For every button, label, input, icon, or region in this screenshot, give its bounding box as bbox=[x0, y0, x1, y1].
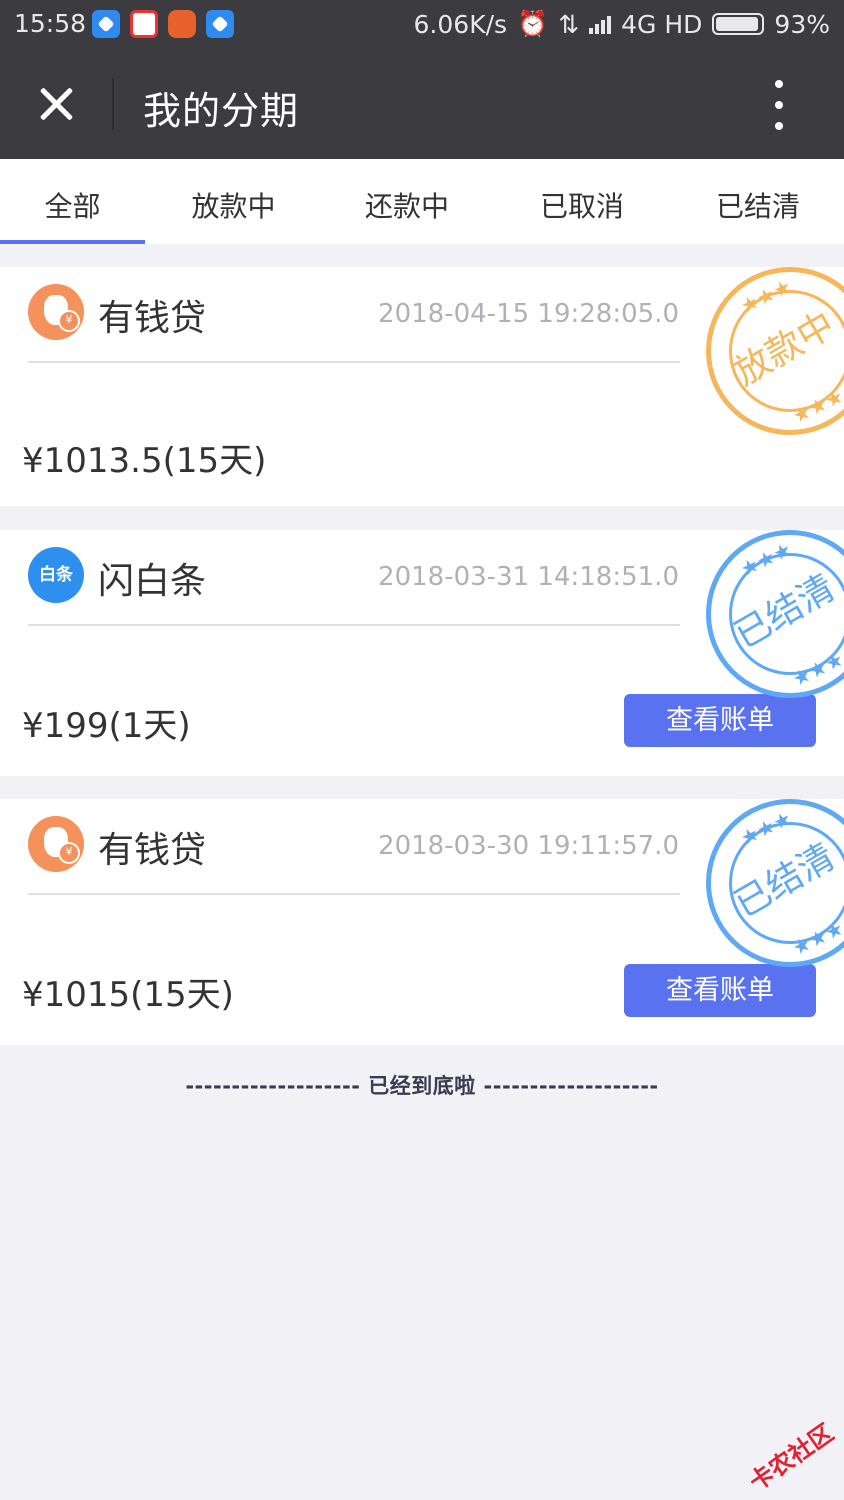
order-time: 2018-03-30 19:11:57.0 bbox=[378, 831, 679, 861]
title-divider bbox=[112, 78, 114, 130]
lender-name: 有钱贷 bbox=[98, 298, 207, 339]
divider bbox=[28, 361, 680, 363]
order-amount: ¥199(1天) bbox=[22, 706, 191, 746]
battery-percent: 93% bbox=[774, 9, 830, 39]
status-time: 15:58 bbox=[14, 9, 87, 38]
tab-settled[interactable]: 已结清 bbox=[672, 159, 844, 244]
data-arrows-icon: ⇅ bbox=[558, 9, 580, 39]
lender-name: 有钱贷 bbox=[98, 830, 207, 871]
tab-disbursing[interactable]: 放款中 bbox=[145, 159, 322, 244]
close-icon[interactable] bbox=[26, 74, 86, 134]
tab-cancelled[interactable]: 已取消 bbox=[492, 159, 672, 244]
alarm-icon: ⏰ bbox=[517, 9, 549, 38]
money-bag-icon bbox=[28, 284, 84, 340]
watermark: 卡农社区 bbox=[744, 1418, 839, 1497]
money-bag-icon bbox=[28, 816, 84, 872]
order-card[interactable]: 白条 闪白条 2018-03-31 14:18:51.0 ¥199(1天) 查看… bbox=[0, 530, 844, 776]
status-stamp: ★★★ 已结清 ★★★ bbox=[706, 530, 844, 698]
order-amount: ¥1015(15天) bbox=[22, 975, 234, 1015]
status-stamp: ★★★ 放款中 ★★★ bbox=[706, 267, 844, 435]
order-card[interactable]: 有钱贷 2018-03-30 19:11:57.0 ¥1015(15天) 查看账… bbox=[0, 799, 844, 1045]
status-stamp: ★★★ 已结清 ★★★ bbox=[706, 799, 844, 967]
view-bill-button[interactable]: 查看账单 bbox=[624, 964, 816, 1017]
tab-repaying[interactable]: 还款中 bbox=[322, 159, 492, 244]
lender-name: 闪白条 bbox=[98, 561, 207, 602]
notification-icons bbox=[92, 10, 234, 38]
network-type: 4G HD bbox=[621, 9, 703, 39]
divider bbox=[28, 624, 680, 626]
status-bar: 15:58 6.06K/s ⏰ ⇅ 4G HD 93% bbox=[0, 0, 844, 50]
baitiao-logo-icon: 白条 bbox=[28, 547, 84, 603]
order-time: 2018-04-15 19:28:05.0 bbox=[378, 299, 679, 329]
order-card[interactable]: 有钱贷 2018-04-15 19:28:05.0 ¥1013.5(15天) ★… bbox=[0, 267, 844, 506]
app-notification-icon bbox=[92, 10, 120, 38]
app-notification-icon bbox=[206, 10, 234, 38]
order-amount: ¥1013.5(15天) bbox=[22, 441, 267, 481]
net-speed: 6.06K/s bbox=[413, 9, 508, 39]
page-title: 我的分期 bbox=[143, 89, 300, 133]
signal-icon bbox=[589, 14, 612, 34]
status-right: 6.06K/s ⏰ ⇅ 4G HD 93% bbox=[414, 9, 830, 39]
status-tabs: 全部 放款中 还款中 已取消 已结清 bbox=[0, 159, 844, 244]
tab-all[interactable]: 全部 bbox=[0, 159, 145, 244]
app-notification-icon bbox=[168, 10, 196, 38]
view-bill-button[interactable]: 查看账单 bbox=[624, 694, 816, 747]
divider bbox=[28, 893, 680, 895]
more-vertical-icon[interactable] bbox=[764, 80, 794, 130]
app-notification-icon bbox=[130, 10, 158, 38]
end-of-list-text: ------------------- 已经到底啦 --------------… bbox=[185, 1074, 659, 1098]
battery-icon bbox=[712, 13, 765, 35]
title-bar: 我的分期 bbox=[0, 50, 844, 159]
order-time: 2018-03-31 14:18:51.0 bbox=[378, 562, 679, 592]
